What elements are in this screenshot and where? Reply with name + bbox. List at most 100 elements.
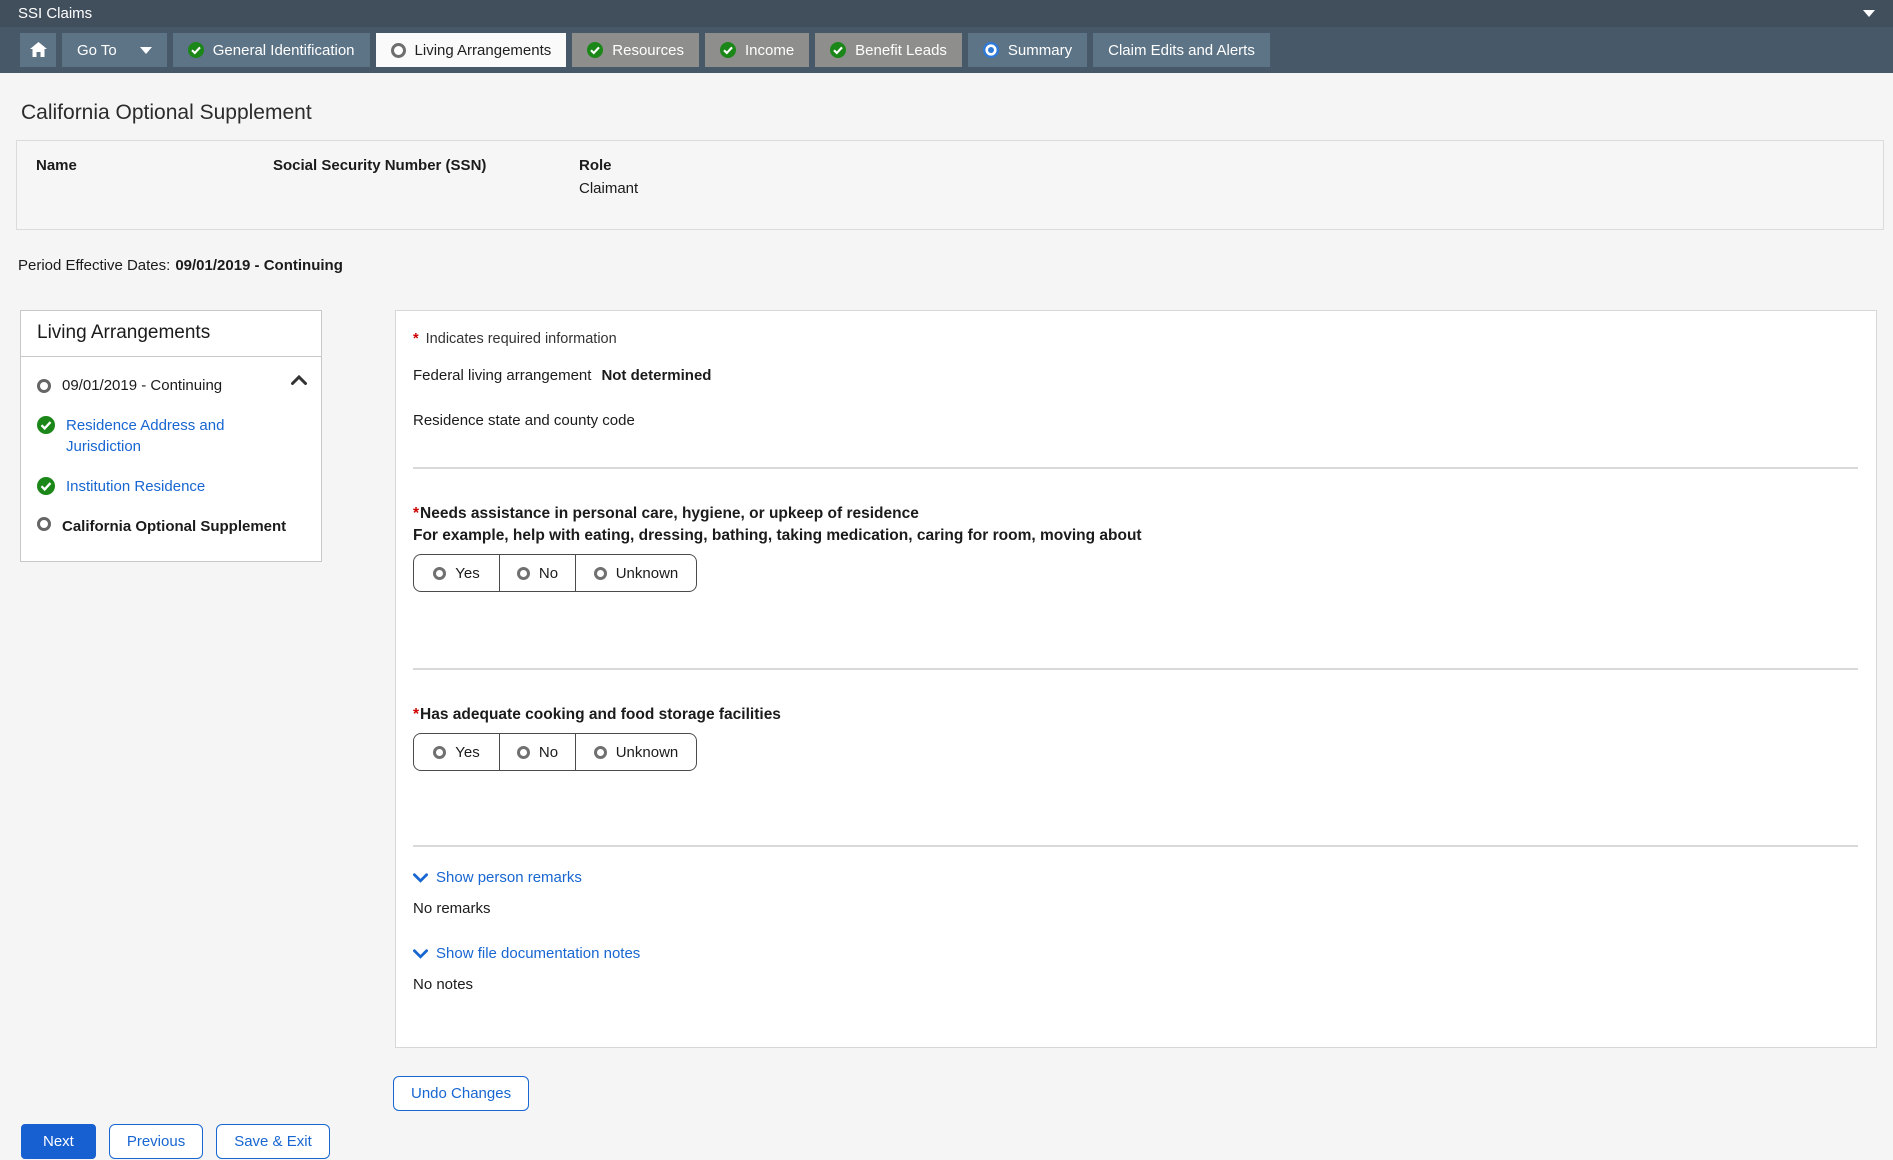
radio-option-label: Yes: [455, 743, 480, 761]
required-note-text: Indicates required information: [425, 331, 617, 347]
tab-income[interactable]: Income: [704, 33, 810, 67]
fla-value: Not determined: [601, 367, 712, 384]
period-effective-dates: Period Effective Dates: 09/01/2019 - Cont…: [18, 257, 1893, 274]
toggle-label: Show person remarks: [436, 869, 582, 886]
sidebar-item-label[interactable]: Institution Residence: [66, 476, 205, 497]
home-icon: [29, 42, 47, 57]
radio-option-unknown[interactable]: Unknown: [575, 555, 696, 591]
card-title: Living Arrangements: [21, 311, 321, 357]
check-circle-icon: [187, 42, 204, 58]
radio-circle-icon: [390, 42, 406, 58]
tab-general-identification[interactable]: General Identification: [172, 33, 370, 67]
sidebar-item-institution-residence[interactable]: Institution Residence: [37, 476, 307, 497]
sidebar-item-california-optional-supplement[interactable]: California Optional Supplement: [37, 516, 307, 537]
radio-option-yes[interactable]: Yes: [414, 555, 499, 591]
radio-circle-icon: [593, 566, 607, 580]
radio-circle-icon: [516, 745, 530, 759]
radio-option-yes[interactable]: Yes: [414, 734, 499, 770]
in-progress-circle-icon: [982, 42, 999, 58]
sidebar-item-label: California Optional Supplement: [62, 518, 287, 535]
nav-bar: Go To General Identification Living Arra…: [0, 27, 1893, 73]
notes-content: No notes: [413, 976, 474, 993]
question-title-text: Needs assistance in personal care, hygie…: [420, 505, 919, 522]
tab-label: Resources: [612, 41, 684, 59]
required-asterisk-icon: *: [413, 706, 420, 723]
collapse-caret-icon[interactable]: [1863, 10, 1875, 17]
radio-circle-icon: [433, 745, 447, 759]
app-title-bar: SSI Claims: [0, 0, 1893, 27]
check-circle-icon: [587, 42, 604, 58]
sidebar-item-period[interactable]: 09/01/2019 - Continuing: [37, 375, 307, 396]
tab-label: Income: [744, 41, 795, 59]
tab-label: Benefit Leads: [855, 41, 947, 59]
residence-code-label: Residence state and county code: [413, 412, 635, 429]
radio-circle-icon: [37, 379, 51, 393]
save-exit-button[interactable]: Save & Exit: [216, 1124, 330, 1159]
radio-option-no[interactable]: No: [499, 555, 575, 591]
divider: [413, 668, 1858, 670]
tab-living-arrangements[interactable]: Living Arrangements: [375, 33, 567, 67]
tab-label: General Identification: [212, 41, 355, 59]
tab-resources[interactable]: Resources: [572, 33, 699, 67]
required-info-note: * Indicates required information: [413, 331, 1858, 347]
tab-claim-edits-and-alerts[interactable]: Claim Edits and Alerts: [1093, 33, 1270, 67]
radio-circle-icon: [593, 745, 607, 759]
question-1-radio-group: Yes No Unknown: [413, 554, 697, 592]
question-title-text: Has adequate cooking and food storage fa…: [420, 706, 781, 723]
question-2-radio-group: Yes No Unknown: [413, 733, 697, 771]
chevron-down-icon: [413, 872, 428, 883]
chevron-up-icon[interactable]: [291, 375, 307, 385]
sidebar-item-label[interactable]: Residence Address and Jurisdiction: [66, 415, 271, 457]
check-circle-icon: [37, 477, 55, 495]
check-circle-icon: [719, 42, 736, 58]
question-1-hint: For example, help with eating, dressing,…: [413, 527, 1142, 544]
tab-summary[interactable]: Summary: [967, 33, 1088, 67]
chevron-down-icon: [139, 46, 152, 54]
radio-option-no[interactable]: No: [499, 734, 575, 770]
chevron-down-icon: [413, 948, 428, 959]
radio-option-label: No: [538, 743, 559, 761]
remarks-content: No remarks: [413, 900, 491, 917]
form-panel: * Indicates required information Federal …: [395, 310, 1877, 1048]
fla-label: Federal living arrangement: [413, 367, 592, 384]
period-label: Period Effective Dates:: [18, 257, 171, 274]
question-2-title: *Has adequate cooking and food storage f…: [413, 704, 1858, 725]
tab-label: Living Arrangements: [414, 41, 552, 59]
radio-option-label: Unknown: [615, 564, 679, 582]
sidebar-item-label: 09/01/2019 - Continuing: [62, 377, 223, 394]
radio-circle-icon: [516, 566, 530, 580]
column-header-ssn: Social Security Number (SSN): [273, 157, 487, 174]
show-file-documentation-notes-toggle[interactable]: Show file documentation notes: [413, 945, 640, 962]
radio-circle-icon: [37, 517, 51, 531]
column-header-role: Role: [579, 157, 612, 174]
show-person-remarks-toggle[interactable]: Show person remarks: [413, 869, 582, 886]
go-to-dropdown[interactable]: Go To: [62, 33, 167, 67]
radio-option-label: Yes: [455, 564, 480, 582]
tab-label: Claim Edits and Alerts: [1108, 41, 1255, 59]
next-button[interactable]: Next: [21, 1124, 96, 1159]
check-circle-icon: [37, 416, 55, 434]
radio-option-label: No: [538, 564, 559, 582]
previous-button[interactable]: Previous: [108, 1124, 204, 1159]
required-asterisk-icon: *: [413, 331, 419, 347]
radio-option-unknown[interactable]: Unknown: [575, 734, 696, 770]
check-circle-icon: [830, 42, 847, 58]
tab-benefit-leads[interactable]: Benefit Leads: [815, 33, 962, 67]
home-button[interactable]: [20, 33, 56, 67]
sidebar-item-residence-address[interactable]: Residence Address and Jurisdiction: [37, 415, 307, 457]
toggle-label: Show file documentation notes: [436, 945, 641, 962]
living-arrangements-card: Living Arrangements 09/01/2019 - Continu…: [20, 310, 322, 562]
radio-option-label: Unknown: [615, 743, 679, 761]
tab-label: Summary: [1007, 41, 1073, 59]
federal-living-arrangement: Federal living arrangement Not determined: [413, 367, 1858, 384]
app-title: SSI Claims: [18, 5, 93, 22]
person-summary-table: Name Social Security Number (SSN) Role C…: [16, 140, 1884, 230]
page-title: California Optional Supplement: [21, 101, 312, 124]
undo-changes-button[interactable]: Undo Changes: [393, 1076, 530, 1111]
radio-circle-icon: [433, 566, 447, 580]
question-1-title: *Needs assistance in personal care, hygi…: [413, 503, 1858, 524]
column-header-name: Name: [36, 157, 77, 174]
go-to-label: Go To: [77, 41, 117, 59]
divider: [413, 467, 1858, 469]
person-role-value: Claimant: [579, 180, 639, 197]
